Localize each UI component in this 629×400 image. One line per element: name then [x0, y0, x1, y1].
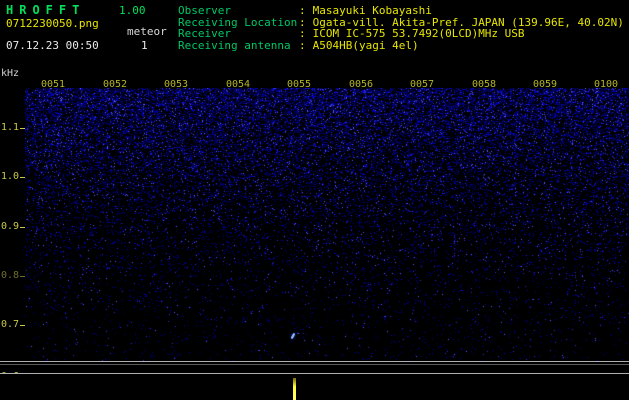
channel-number: 1 [141, 39, 148, 52]
signal-level-strip [0, 374, 629, 400]
freq-tick-label: 0.8 [0, 270, 19, 281]
observation-datetime: 07.12.23 00:50 [6, 39, 99, 52]
info-label: Receiver [178, 27, 231, 40]
station-info: Observer: Masayuki Kobayashi Receiving Lo… [178, 5, 624, 51]
hrofft-output: HROFFT 1.00 0712230050.png meteor 07.12.… [0, 0, 629, 400]
app-version: 1.00 [119, 4, 146, 17]
app-title: HROFFT [6, 3, 86, 17]
info-row: Observer: Masayuki Kobayashi [178, 5, 624, 17]
spectrogram-canvas [25, 88, 629, 361]
separator-line [0, 361, 629, 362]
output-filename: 0712230050.png [6, 17, 99, 30]
khz-axis-label: kHz [1, 68, 20, 79]
freq-tick-label: 0.7 [0, 319, 19, 330]
signal-spike [293, 378, 296, 400]
info-label: Receiving antenna [178, 38, 291, 52]
info-row: Receiving antenna: A504HB(yagi 4el) [178, 38, 624, 52]
info-label: Observer [178, 4, 231, 17]
separator-line [0, 364, 629, 365]
info-separator: : [299, 38, 306, 52]
freq-tick-label: 0.9 [0, 221, 19, 232]
mode-label: meteor [127, 25, 167, 38]
freq-tick-label: 1.0 [0, 171, 19, 182]
info-value: A504HB(yagi 4el) [312, 38, 419, 52]
freq-tick-label: 1.1 [0, 122, 19, 133]
info-row: Receiver: ICOM IC-575 53.7492(0LCD)MHz US… [178, 28, 624, 40]
